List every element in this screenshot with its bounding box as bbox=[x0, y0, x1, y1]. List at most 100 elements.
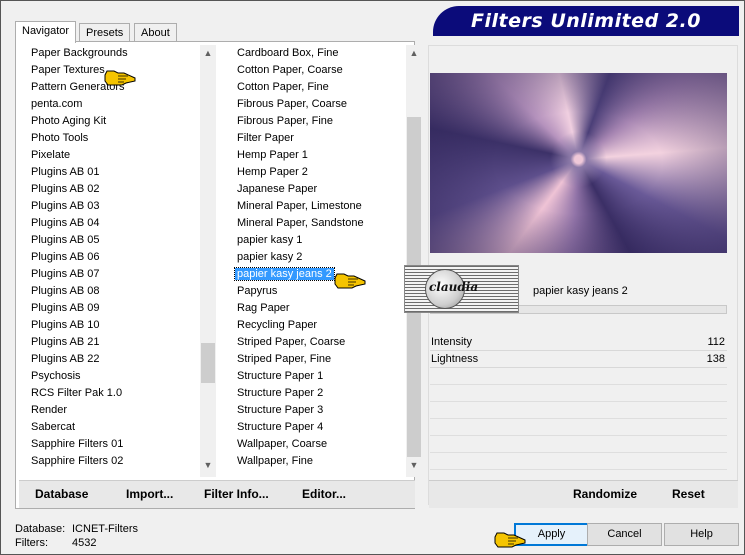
filter-list[interactable]: Cardboard Box, Fine Cotton Paper, Coarse C… bbox=[223, 45, 422, 477]
reset-button[interactable]: Reset bbox=[672, 487, 705, 501]
tab-about[interactable]: About bbox=[134, 23, 177, 42]
scroll-up-icon[interactable]: ▲ bbox=[406, 45, 422, 61]
list-item-label: Papyrus bbox=[237, 285, 278, 297]
list-item-label: Mineral Paper, Sandstone bbox=[237, 217, 364, 229]
list-item[interactable]: Plugins AB 05 bbox=[17, 232, 200, 249]
list-item[interactable]: Render bbox=[17, 402, 200, 419]
list-item[interactable]: Psychosis bbox=[17, 368, 200, 385]
preview-image bbox=[430, 73, 727, 253]
list-item[interactable]: Plugins AB 04 bbox=[17, 215, 200, 232]
list-item[interactable]: Wallpaper, Coarse bbox=[223, 436, 406, 453]
filters-count: 4532 bbox=[72, 537, 97, 549]
list-item-label: Psychosis bbox=[31, 370, 81, 382]
list-item-label: Sapphire Filters 02 bbox=[31, 455, 124, 467]
list-item[interactable]: Photo Tools bbox=[17, 130, 200, 147]
filter-name-label: papier kasy jeans 2 bbox=[533, 285, 628, 297]
list-item[interactable]: Recycling Paper bbox=[223, 317, 406, 334]
list-item-label: Structure Paper 4 bbox=[237, 421, 324, 433]
list-item[interactable]: Plugins AB 01 bbox=[17, 164, 200, 181]
list-item-label: Plugins AB 02 bbox=[31, 183, 100, 195]
list-item[interactable]: Papyrus bbox=[223, 283, 406, 300]
list-item[interactable]: Cardboard Box, Fine bbox=[223, 45, 406, 62]
list-item[interactable]: Plugins AB 22 bbox=[17, 351, 200, 368]
scroll-down-icon[interactable]: ▼ bbox=[406, 457, 422, 473]
list-item[interactable]: Hemp Paper 1 bbox=[223, 147, 406, 164]
category-scrollbar[interactable]: ▲ ▼ bbox=[200, 45, 216, 477]
list-item[interactable]: Structure Paper 2 bbox=[223, 385, 406, 402]
list-item[interactable]: Sapphire Filters 02 bbox=[17, 453, 200, 470]
category-scroll-thumb[interactable] bbox=[201, 343, 215, 383]
filters-label: Filters: bbox=[15, 537, 48, 549]
list-item[interactable]: Sabercat bbox=[17, 419, 200, 436]
list-item[interactable]: Fibrous Paper, Fine bbox=[223, 113, 406, 130]
list-item[interactable]: papier kasy 1 bbox=[223, 232, 406, 249]
list-item-label: Photo Tools bbox=[31, 132, 89, 144]
list-item[interactable]: Plugins AB 06 bbox=[17, 249, 200, 266]
list-item[interactable]: Wallpaper, Fine bbox=[223, 453, 406, 470]
list-item-label: Cotton Paper, Coarse bbox=[237, 64, 343, 76]
list-item[interactable]: Structure Paper 4 bbox=[223, 419, 406, 436]
param-row-lightness[interactable]: Lightness 138 bbox=[430, 351, 727, 368]
randomize-button[interactable]: Randomize bbox=[573, 487, 637, 501]
empty-param-row bbox=[430, 368, 727, 385]
scroll-up-icon[interactable]: ▲ bbox=[200, 45, 216, 61]
list-item[interactable]: Cotton Paper, Coarse bbox=[223, 62, 406, 79]
list-item-label: Plugins AB 07 bbox=[31, 268, 100, 280]
list-item[interactable]: Structure Paper 1 bbox=[223, 368, 406, 385]
list-item[interactable]: Filter Paper bbox=[223, 130, 406, 147]
list-item-label: papier kasy jeans 2 bbox=[234, 267, 335, 281]
import-button[interactable]: Import... bbox=[126, 487, 173, 501]
list-item[interactable]: Structure Paper 3 bbox=[223, 402, 406, 419]
list-item[interactable]: Rag Paper bbox=[223, 300, 406, 317]
list-item[interactable]: penta.com bbox=[17, 96, 200, 113]
list-item-label: Plugins AB 01 bbox=[31, 166, 100, 178]
database-button[interactable]: Database bbox=[35, 487, 88, 501]
list-item[interactable]: Plugins AB 09 bbox=[17, 300, 200, 317]
list-item[interactable]: Pixelate bbox=[17, 147, 200, 164]
list-item-label: Japanese Paper bbox=[237, 183, 318, 195]
list-item[interactable]: Hemp Paper 2 bbox=[223, 164, 406, 181]
list-item-label: Plugins AB 06 bbox=[31, 251, 100, 263]
category-list-items: Paper Backgrounds Paper Textures Pattern G… bbox=[17, 45, 200, 470]
list-item[interactable]: Plugins AB 03 bbox=[17, 198, 200, 215]
list-item[interactable]: Plugins AB 10 bbox=[17, 317, 200, 334]
watermark-text: claudia bbox=[429, 280, 479, 294]
scroll-down-icon[interactable]: ▼ bbox=[200, 457, 216, 473]
list-item-label: Filter Paper bbox=[237, 132, 294, 144]
editor-button[interactable]: Editor... bbox=[302, 487, 346, 501]
cancel-button[interactable]: Cancel bbox=[587, 523, 662, 546]
list-item[interactable]: Sapphire Filters 01 bbox=[17, 436, 200, 453]
list-item[interactable]: Mineral Paper, Limestone bbox=[223, 198, 406, 215]
filter-info-button[interactable]: Filter Info... bbox=[204, 487, 269, 501]
list-item[interactable]: Fibrous Paper, Coarse bbox=[223, 96, 406, 113]
list-item[interactable]: Plugins AB 08 bbox=[17, 283, 200, 300]
empty-param-row bbox=[430, 419, 727, 436]
list-item[interactable]: Plugins AB 02 bbox=[17, 181, 200, 198]
list-item[interactable]: Striped Paper, Coarse bbox=[223, 334, 406, 351]
list-item[interactable]: Mineral Paper, Sandstone bbox=[223, 215, 406, 232]
status-area: Database: ICNET-Filters Filters: 4532 bbox=[15, 522, 138, 550]
list-item[interactable]: papier kasy 2 bbox=[223, 249, 406, 266]
list-item-label: Plugins AB 22 bbox=[31, 353, 100, 365]
tab-presets[interactable]: Presets bbox=[79, 23, 131, 42]
list-item-label: Sabercat bbox=[31, 421, 76, 433]
filter-scrollbar[interactable]: ▲ ▼ bbox=[406, 45, 422, 477]
list-item-label: Hemp Paper 2 bbox=[237, 166, 308, 178]
param-row-intensity[interactable]: Intensity 112 bbox=[430, 334, 727, 351]
list-item[interactable]: Plugins AB 21 bbox=[17, 334, 200, 351]
list-item[interactable]: Striped Paper, Fine bbox=[223, 351, 406, 368]
param-label: Lightness bbox=[431, 353, 479, 365]
list-item-label: Plugins AB 08 bbox=[31, 285, 100, 297]
list-item[interactable]: Japanese Paper bbox=[223, 181, 406, 198]
category-list[interactable]: Paper Backgrounds Paper Textures Pattern G… bbox=[17, 45, 216, 477]
tab-navigator[interactable]: Navigator bbox=[15, 21, 77, 43]
list-item-label: Rag Paper bbox=[237, 302, 290, 314]
list-item[interactable]: Paper Backgrounds bbox=[17, 45, 200, 62]
list-item[interactable]: papier kasy jeans 2 bbox=[223, 266, 406, 283]
help-button[interactable]: Help bbox=[664, 523, 739, 546]
list-item-label: Cardboard Box, Fine bbox=[237, 47, 339, 59]
list-item[interactable]: Plugins AB 07 bbox=[17, 266, 200, 283]
list-item[interactable]: Photo Aging Kit bbox=[17, 113, 200, 130]
list-item[interactable]: RCS Filter Pak 1.0 bbox=[17, 385, 200, 402]
list-item[interactable]: Cotton Paper, Fine bbox=[223, 79, 406, 96]
